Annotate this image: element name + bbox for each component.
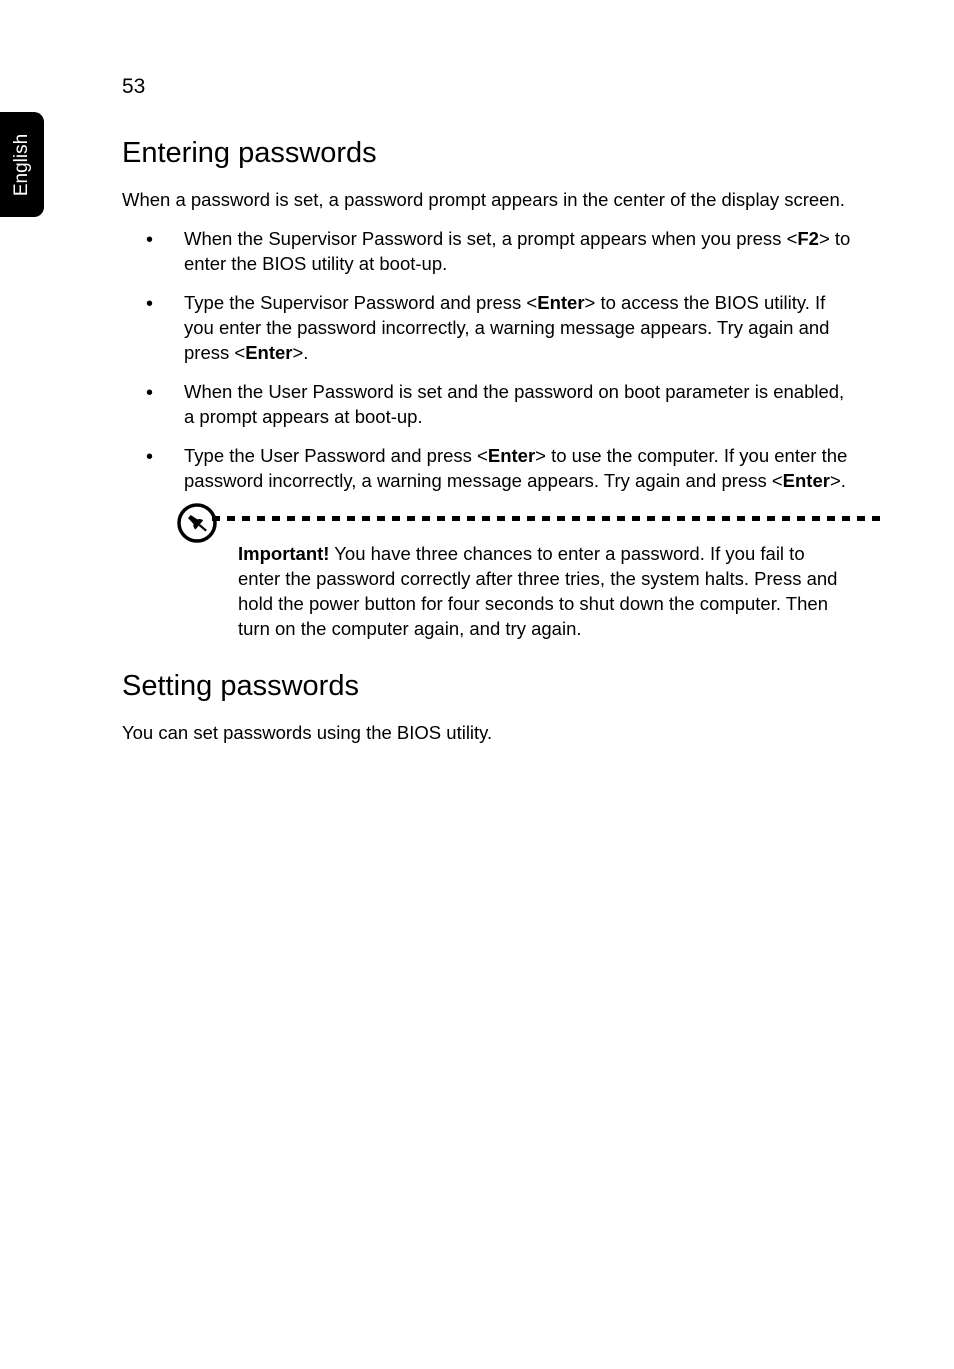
pin-icon: [176, 502, 218, 544]
bullet-text: Type the Supervisor Password and press <: [184, 292, 537, 313]
bullet-text: When the Supervisor Password is set, a p…: [184, 228, 797, 249]
key-label: Enter: [245, 342, 292, 363]
page-content: 53 Entering passwords When a password is…: [122, 75, 852, 760]
setting-paragraph: You can set passwords using the BIOS uti…: [122, 721, 852, 746]
heading-setting-passwords: Setting passwords: [122, 670, 852, 703]
language-tab: English: [0, 112, 44, 217]
key-label: Enter: [783, 470, 830, 491]
key-label: Enter: [488, 445, 535, 466]
key-label: F2: [797, 228, 819, 249]
page-number: 53: [122, 75, 852, 99]
list-item: When the User Password is set and the pa…: [122, 380, 852, 430]
note-dash-line: [212, 516, 880, 522]
note-block: Important! You have three chances to ent…: [176, 508, 852, 642]
bullet-text: >.: [292, 342, 308, 363]
language-tab-label: English: [11, 133, 33, 195]
bullet-text: >.: [830, 470, 846, 491]
heading-entering-passwords: Entering passwords: [122, 137, 852, 170]
bullet-list: When the Supervisor Password is set, a p…: [122, 227, 852, 494]
list-item: When the Supervisor Password is set, a p…: [122, 227, 852, 277]
list-item: Type the Supervisor Password and press <…: [122, 291, 852, 366]
key-label: Enter: [537, 292, 584, 313]
bullet-text: When the User Password is set and the pa…: [184, 381, 844, 427]
note-text: Important! You have three chances to ent…: [176, 508, 852, 642]
bullet-text: Type the User Password and press <: [184, 445, 488, 466]
intro-paragraph: When a password is set, a password promp…: [122, 188, 852, 213]
note-label: Important!: [238, 543, 329, 564]
list-item: Type the User Password and press <Enter>…: [122, 444, 852, 494]
